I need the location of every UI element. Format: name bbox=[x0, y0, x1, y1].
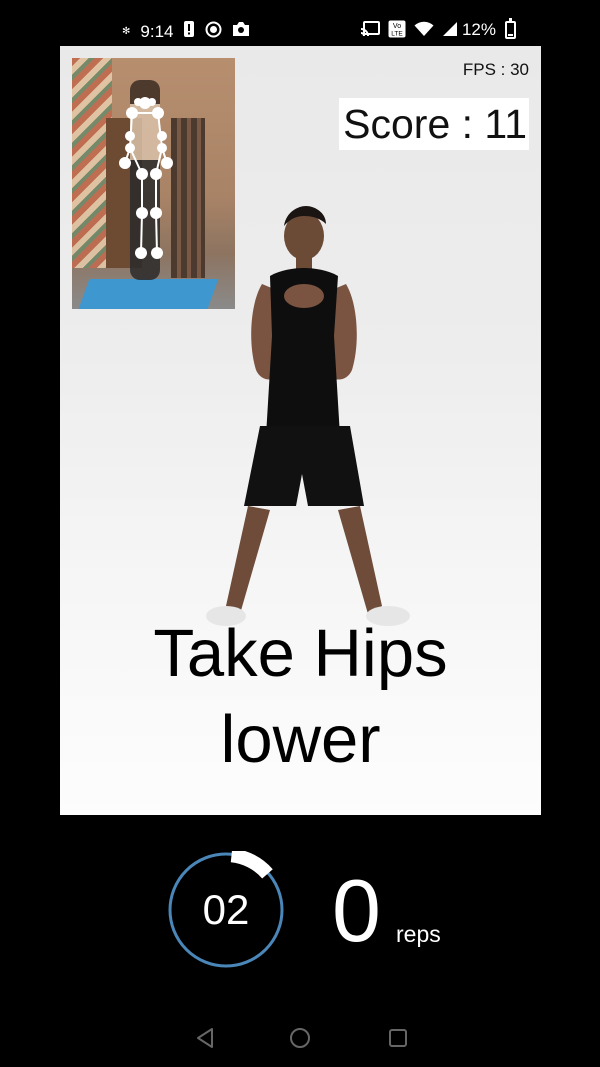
battery-icon bbox=[505, 18, 516, 39]
svg-text:Vo: Vo bbox=[393, 23, 401, 30]
cast-icon bbox=[360, 21, 380, 42]
status-bar-left: ✻ 9:14 bbox=[122, 20, 250, 43]
timer-value: 02 bbox=[202, 886, 250, 933]
camera-icon bbox=[232, 21, 250, 42]
svg-text:LTE: LTE bbox=[391, 31, 403, 38]
reps-count: 0 bbox=[332, 861, 381, 960]
navigation-bar bbox=[0, 1008, 600, 1067]
status-time: 9:14 bbox=[140, 21, 174, 41]
alert-icon bbox=[183, 20, 195, 43]
gear-icon: ✻ bbox=[122, 26, 131, 37]
status-bar-right: Vo LTE bbox=[360, 20, 458, 43]
record-icon bbox=[205, 21, 222, 43]
signal-icon bbox=[442, 21, 458, 42]
instruction-line-1: Take Hips bbox=[153, 616, 448, 691]
back-icon[interactable] bbox=[193, 1026, 217, 1050]
recents-icon[interactable] bbox=[386, 1026, 410, 1050]
score-display: Score : 11 bbox=[339, 98, 529, 150]
form-instruction: Take Hips lower bbox=[60, 611, 541, 783]
fps-counter: FPS : 30 bbox=[462, 60, 529, 79]
battery-percent: 12% bbox=[461, 20, 496, 39]
reps-label: reps bbox=[396, 921, 441, 947]
volte-icon: Vo LTE bbox=[388, 20, 406, 43]
trainer-video bbox=[200, 206, 430, 646]
instruction-line-2: lower bbox=[220, 702, 381, 777]
exercise-camera-view: FPS : 30 Score : 11 Take Hips lower bbox=[60, 46, 541, 815]
home-icon[interactable] bbox=[288, 1026, 312, 1050]
wifi-icon bbox=[414, 21, 434, 42]
